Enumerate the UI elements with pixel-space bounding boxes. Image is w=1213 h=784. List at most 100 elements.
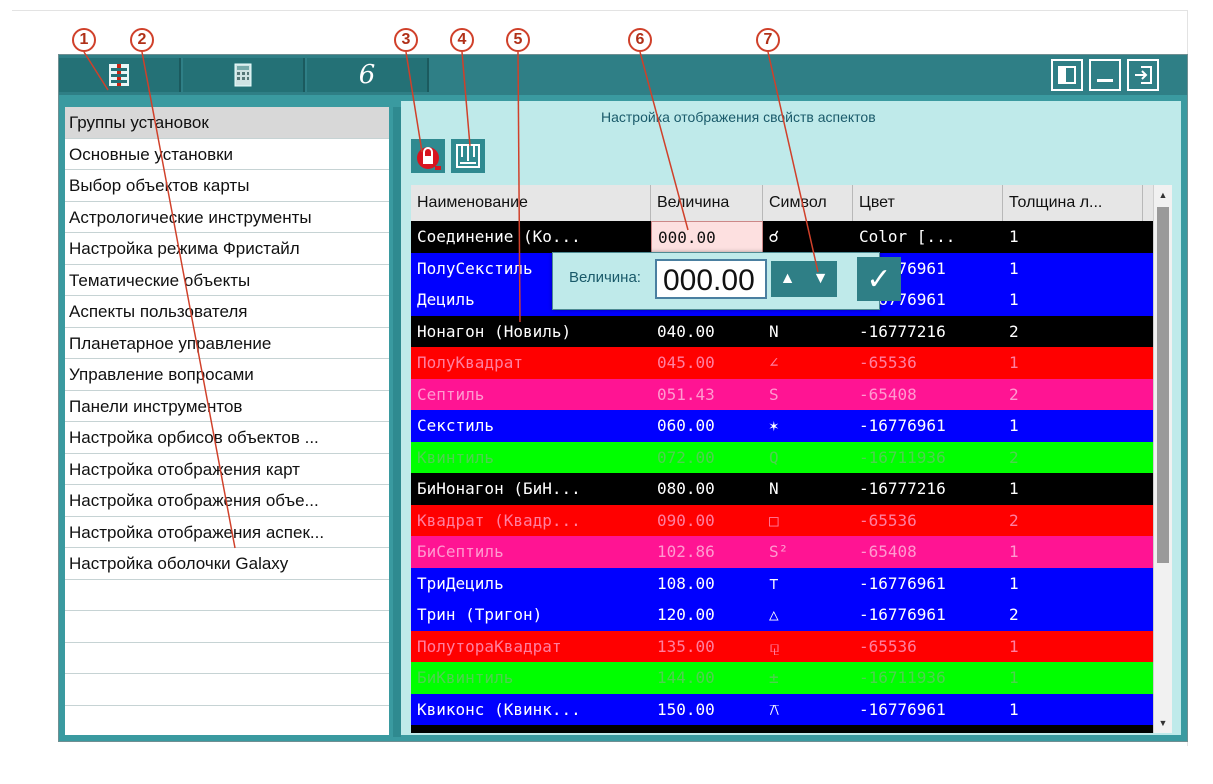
sidebar-item-freestyle[interactable]: Настройка режима Фристайл	[65, 233, 389, 265]
cell-value[interactable]: 135.00	[651, 631, 763, 663]
cell-symbol[interactable]: △	[763, 599, 853, 631]
table-row[interactable]: Квадрат (Квадр... 090.00 □ -65536 2	[411, 504, 1161, 537]
cell-color[interactable]: -65536	[853, 505, 1003, 537]
cell-value[interactable]: 072.00	[651, 442, 763, 474]
column-header-name[interactable]: Наименование	[411, 185, 651, 221]
cell-name[interactable]: Секстиль	[411, 410, 651, 442]
cell-symbol[interactable]: □	[763, 505, 853, 537]
exit-button[interactable]	[1127, 59, 1159, 91]
table-row[interactable]: БиКвинтиль 144.00 ± -16711936 1	[411, 662, 1161, 694]
table-row[interactable]: Квинтиль 072.00 Q -16711936 2	[411, 441, 1161, 474]
sidebar-item-map-display[interactable]: Настройка отображения карт	[65, 454, 389, 485]
table-row[interactable]: БиСептиль 102.86 S² -65408 1	[411, 536, 1161, 568]
cell-color[interactable]: -65536	[853, 347, 1003, 379]
cell-name[interactable]: Квиконс (Квинк...	[411, 694, 651, 726]
scroll-thumb[interactable]	[1157, 207, 1169, 563]
cell-color[interactable]: -16776961	[853, 410, 1003, 442]
column-header-line-width[interactable]: Толщина л...	[1003, 185, 1143, 221]
cell-symbol[interactable]: ±	[763, 662, 853, 694]
cell-value[interactable]: 080.00	[651, 473, 763, 505]
cell-color[interactable]: Color [...	[853, 221, 1003, 253]
table-row[interactable]: ПолутораКвадрат 135.00 ⚼ -65536 1	[411, 630, 1161, 663]
scroll-up-icon[interactable]: ▲	[1157, 188, 1169, 202]
cell-symbol[interactable]: ⊤	[763, 568, 853, 600]
cell-value[interactable]: 040.00	[651, 316, 763, 348]
sidebar-item-object-display[interactable]: Настройка отображения объе...	[65, 485, 389, 517]
increment-icon[interactable]: ▲	[780, 270, 796, 288]
cell-line-width[interactable]: 1	[1003, 694, 1143, 726]
sidebar-item-map-objects[interactable]: Выбор объектов карты	[65, 170, 389, 202]
cell-line-width[interactable]: 1	[1003, 410, 1143, 442]
cell-line-width[interactable]: 2	[1003, 316, 1143, 348]
table-row[interactable]: Трин (Тригон) 120.00 △ -16776961 2	[411, 599, 1161, 631]
cell-value[interactable]: 102.86	[651, 536, 763, 568]
cell-line-width[interactable]: 1	[1003, 662, 1143, 694]
cell-value[interactable]: 051.43	[651, 379, 763, 411]
cell-symbol[interactable]: ⚻	[763, 694, 853, 726]
cell-color[interactable]: -65408	[853, 536, 1003, 568]
cell-symbol[interactable]: ✶	[763, 410, 853, 442]
cell-name[interactable]: БиСептиль	[411, 536, 651, 568]
sidebar-item-user-aspects[interactable]: Аспекты пользователя	[65, 296, 389, 328]
cell-color[interactable]: -16776961	[853, 694, 1003, 726]
cell-symbol[interactable]: N	[763, 473, 853, 505]
table-row[interactable]: ПолуКвадрат 045.00 ∠ -65536 1	[411, 347, 1161, 379]
tab-groups-button[interactable]	[59, 58, 181, 92]
cell-symbol[interactable]: N	[763, 316, 853, 348]
cell-name[interactable]: ПолутораКвадрат	[411, 631, 651, 663]
lock-button[interactable]	[411, 139, 445, 173]
cell-color[interactable]: -65408	[853, 379, 1003, 411]
cell-symbol[interactable]: S²	[763, 536, 853, 568]
cell-name[interactable]: Соединение (Ко...	[411, 221, 651, 253]
cell-value[interactable]: 045.00	[651, 347, 763, 379]
cell-name[interactable]: Трин (Тригон)	[411, 599, 651, 631]
sidebar-item-aspect-display[interactable]: Настройка отображения аспек...	[65, 517, 389, 548]
table-row[interactable]: Нонагон (Новиль) 040.00 N -16777216 2	[411, 315, 1161, 348]
cell-symbol[interactable]: ∠	[763, 347, 853, 379]
cell-line-width[interactable]: 2	[1003, 442, 1143, 474]
sidebar-item-thematic-objects[interactable]: Тематические объекты	[65, 265, 389, 296]
cell-name[interactable]: Септиль	[411, 379, 651, 411]
cell-name[interactable]: БиНонагон (БиН...	[411, 473, 651, 505]
value-editor-input[interactable]: 000.00	[655, 259, 767, 299]
cell-symbol[interactable]: Q	[763, 442, 853, 474]
sidebar-item-main-settings[interactable]: Основные установки	[65, 139, 389, 170]
cell-line-width[interactable]: 1	[1003, 221, 1143, 253]
cell-name[interactable]: ПолуКвадрат	[411, 347, 651, 379]
minimize-button[interactable]	[1089, 59, 1121, 91]
table-row[interactable]: ТриДециль 108.00 ⊤ -16776961 1	[411, 567, 1161, 600]
cell-line-width[interactable]: 1	[1003, 568, 1143, 600]
cell-color[interactable]: -16777216	[853, 473, 1003, 505]
tab-calculator-button[interactable]	[183, 58, 305, 92]
cell-color[interactable]: -16776961	[853, 599, 1003, 631]
cell-line-width[interactable]: 1	[1003, 284, 1143, 316]
cell-color[interactable]: -16711936	[853, 442, 1003, 474]
cell-line-width[interactable]: 2	[1003, 505, 1143, 537]
cell-line-width[interactable]: 1	[1003, 253, 1143, 285]
cell-color[interactable]: -16711936	[853, 662, 1003, 694]
sidebar-item-astro-tools[interactable]: Астрологические инструменты	[65, 202, 389, 233]
table-row[interactable]: БиНонагон (БиН... 080.00 N -16777216 1	[411, 473, 1161, 505]
cell-value[interactable]: 000.00	[651, 221, 763, 253]
cell-color[interactable]: -16776961	[853, 568, 1003, 600]
cell-value[interactable]: 090.00	[651, 505, 763, 537]
sidebar-item-toolbars[interactable]: Панели инструментов	[65, 391, 389, 422]
cell-line-width[interactable]: 1	[1003, 631, 1143, 663]
cell-symbol[interactable]: S	[763, 379, 853, 411]
column-header-color[interactable]: Цвет	[853, 185, 1003, 221]
table-row[interactable]: Соединение (Ко... 000.00 ☌ Color [... 1	[411, 221, 1161, 253]
cell-line-width[interactable]: 2	[1003, 379, 1143, 411]
scroll-down-icon[interactable]: ▼	[1157, 716, 1169, 730]
tab-galaxy-button[interactable]: 6	[307, 58, 429, 92]
grid-scrollbar[interactable]: ▲ ▼	[1153, 185, 1172, 733]
sidebar-item-galaxy-shell[interactable]: Настройка оболочки Galaxy	[65, 548, 389, 580]
sidebar-item-orbs[interactable]: Настройка орбисов объектов ...	[65, 422, 389, 454]
cell-name[interactable]: БиКвинтиль	[411, 662, 651, 694]
table-row[interactable]: Септиль 051.43 S -65408 2	[411, 378, 1161, 411]
panel-toggle-button[interactable]	[1051, 59, 1083, 91]
cell-value[interactable]: 120.00	[651, 599, 763, 631]
cell-line-width[interactable]: 1	[1003, 347, 1143, 379]
save-layout-button[interactable]	[451, 139, 485, 173]
decrement-icon[interactable]: ▼	[813, 270, 829, 288]
cell-symbol[interactable]: ⚼	[763, 631, 853, 663]
